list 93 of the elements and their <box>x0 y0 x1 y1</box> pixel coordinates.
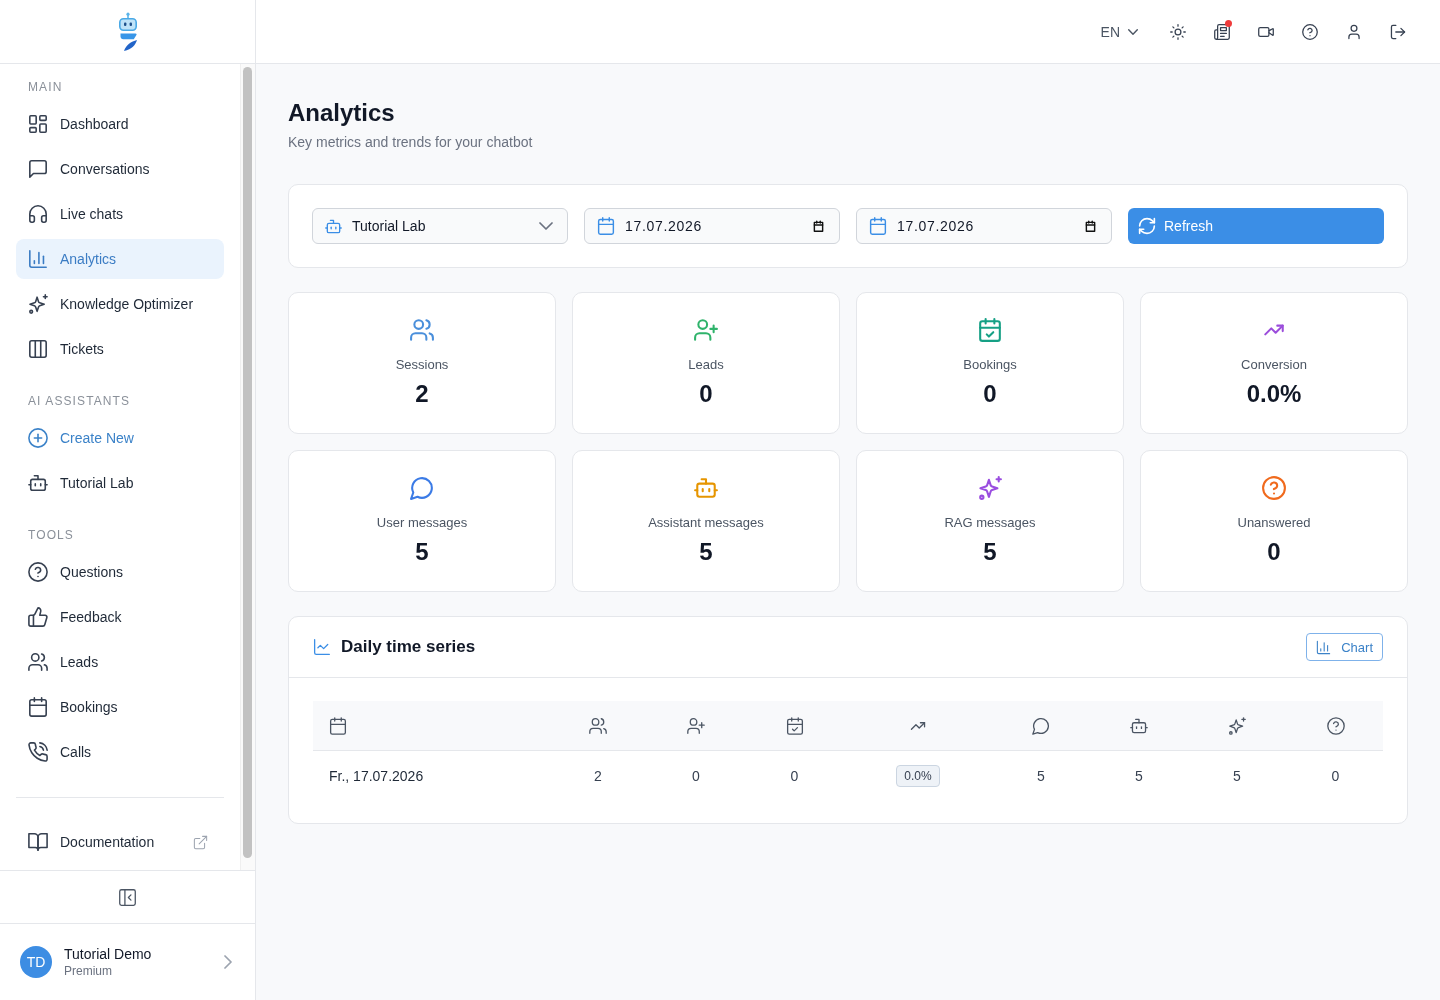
section-heading: AI ASSISTANTS <box>27 394 132 408</box>
table-cell-text: 5 <box>1134 768 1144 784</box>
nav-item[interactable]: Tutorial Lab <box>16 463 224 503</box>
stat-label: Assistant messages <box>648 514 764 532</box>
sidebar-panel-icon <box>118 887 137 907</box>
section-heading: TOOLS <box>27 528 75 542</box>
user-icon <box>1346 23 1362 40</box>
user-plan: Premium <box>64 963 113 979</box>
stat-value: 5 <box>415 538 429 566</box>
date-to-field[interactable]: 17.07.2026 <box>856 208 1112 244</box>
page-title: Analytics <box>288 98 396 128</box>
table-cell-text: 5 <box>1036 768 1046 784</box>
bar-chart-icon <box>1316 639 1332 655</box>
table-cell-text: Fr., 17.07.2026 <box>328 768 425 784</box>
table-cell-text: 5 <box>1232 768 1242 784</box>
stat-value: 2 <box>415 380 429 408</box>
nav-item[interactable]: Tickets <box>16 329 224 369</box>
stat-label: Conversion <box>1241 356 1307 374</box>
robot-icon <box>325 217 342 235</box>
headphones-icon <box>28 204 48 224</box>
chevron-down-icon <box>1128 26 1138 37</box>
help-icon <box>1326 716 1345 735</box>
grid-icon <box>28 114 48 134</box>
calendar-picker-icon[interactable] <box>812 219 825 233</box>
conversion-badge: 0.0% <box>896 765 940 787</box>
calendar-icon <box>597 217 615 235</box>
calendar-check-icon <box>785 716 804 735</box>
calendar-icon <box>28 697 48 717</box>
user-plus-icon <box>687 716 705 735</box>
stat-label: Unanswered <box>1237 514 1311 532</box>
nav-item[interactable]: Live chats <box>16 194 224 234</box>
external-link-icon <box>193 834 208 850</box>
bar-chart-icon <box>28 249 48 269</box>
users-icon <box>28 652 48 672</box>
nav-item[interactable]: Feedback <box>16 597 224 637</box>
robot-icon <box>28 473 48 493</box>
columns-icon <box>28 339 48 359</box>
panel-title: Daily time series <box>341 637 477 657</box>
stat-value: 5 <box>983 538 997 566</box>
calendar-icon <box>329 716 347 735</box>
chart-view-button[interactable]: Chart <box>1306 633 1383 661</box>
section-heading: MAIN <box>27 80 64 94</box>
assistant-select[interactable]: Tutorial Lab <box>312 208 568 244</box>
scrollbar-thumb[interactable] <box>243 67 252 858</box>
sparkles-icon <box>28 294 48 314</box>
line-chart-icon <box>313 638 331 656</box>
phone-icon <box>28 742 48 762</box>
chat-icon <box>28 159 48 179</box>
nav-item[interactable]: Questions <box>16 552 224 592</box>
sun-icon <box>1170 23 1186 40</box>
plus-circle-icon <box>28 428 48 448</box>
stat-label: Leads <box>688 356 724 374</box>
nav-item[interactable]: Knowledge Optimizer <box>16 284 224 324</box>
robot-icon <box>1130 716 1148 735</box>
stat-label: User messages <box>376 514 468 532</box>
language-selector[interactable]: EN <box>1092 17 1146 46</box>
nav-item[interactable]: Create New <box>16 418 224 458</box>
user-name: Tutorial Demo <box>64 945 153 963</box>
nav-item[interactable]: Dashboard <box>16 104 224 144</box>
nav-item[interactable]: Leads <box>16 642 224 682</box>
page-subtitle: Key metrics and trends for your chatbot <box>288 133 534 152</box>
thumbs-up-icon <box>28 607 48 627</box>
nav-item[interactable]: Analytics <box>16 239 224 279</box>
refresh-icon <box>1138 217 1156 235</box>
chat-bubble-icon <box>1032 716 1050 735</box>
table-cell-text: 0 <box>691 768 701 784</box>
help-icon <box>28 562 48 582</box>
stat-value: 5 <box>699 538 713 566</box>
robot-logo[interactable] <box>117 11 138 52</box>
calendar-picker-icon[interactable] <box>1084 219 1097 233</box>
newspaper-icon <box>1214 23 1230 40</box>
documentation-link[interactable]: Documentation <box>16 822 224 862</box>
table-cell-text: 0 <box>789 768 800 784</box>
nav-item[interactable]: Bookings <box>16 687 224 727</box>
table-cell-text: 0 <box>1330 768 1341 784</box>
stat-value: 0 <box>983 380 997 408</box>
nav-item[interactable]: Conversations <box>16 149 224 189</box>
stat-value: 0 <box>699 380 713 408</box>
calendar-icon <box>869 217 887 235</box>
chevron-down-icon <box>539 219 553 233</box>
stat-label: RAG messages <box>944 514 1036 532</box>
nav-item[interactable]: Calls <box>16 732 224 772</box>
table-cell-text: 2 <box>593 768 603 784</box>
stat-label: Sessions <box>395 356 449 374</box>
users-icon <box>589 716 607 735</box>
logout-icon <box>1390 23 1406 40</box>
book-icon <box>28 832 48 852</box>
stat-label: Bookings <box>963 356 1017 374</box>
help-icon <box>1302 23 1318 40</box>
stat-value: 0.0% <box>1246 380 1302 408</box>
stat-value: 0 <box>1267 538 1281 566</box>
sparkles-icon <box>1228 716 1246 735</box>
date-from-field[interactable]: 17.07.2026 <box>584 208 840 244</box>
